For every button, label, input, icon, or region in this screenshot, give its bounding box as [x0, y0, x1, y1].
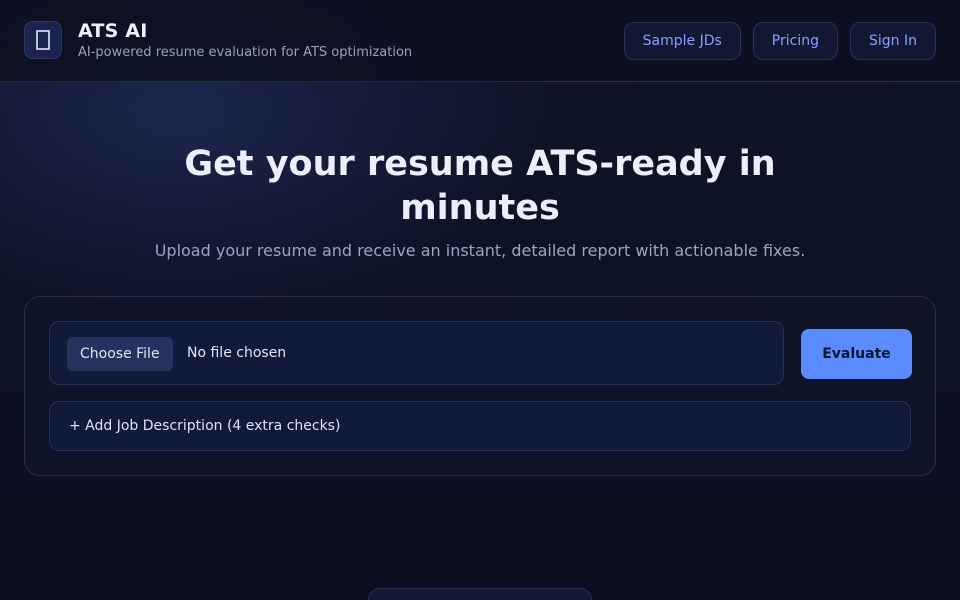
document-icon [36, 30, 50, 50]
upload-card: Choose File No file chosen Evaluate + Ad… [24, 296, 936, 476]
logo [24, 21, 62, 59]
hero-subtitle: Upload your resume and receive an instan… [154, 241, 806, 260]
add-job-description-toggle[interactable]: + Add Job Description (4 extra checks) [49, 401, 911, 451]
file-status: No file chosen [187, 345, 287, 361]
hero-title: Get your resume ATS-ready in minutes [0, 142, 960, 230]
brand-subtitle: AI-powered resume evaluation for ATS opt… [78, 45, 413, 60]
sample-jds-button[interactable]: Sample JDs [623, 22, 741, 60]
hero-title-line-1: Get your resume ATS-ready in [184, 144, 776, 184]
sign-in-button[interactable]: Sign In [850, 22, 936, 60]
pricing-button[interactable]: Pricing [752, 22, 838, 60]
top-nav: Sample JDs Pricing Sign In [623, 22, 936, 60]
file-input[interactable]: Choose File No file chosen [49, 321, 784, 385]
brand-title: ATS AI [78, 20, 148, 42]
evaluate-button[interactable]: Evaluate [801, 329, 912, 379]
choose-file-button[interactable]: Choose File [67, 337, 173, 371]
hero-title-line-2: minutes [400, 188, 560, 228]
bottom-panel-edge [368, 588, 592, 600]
top-header: ATS AI AI-powered resume evaluation for … [0, 0, 960, 82]
